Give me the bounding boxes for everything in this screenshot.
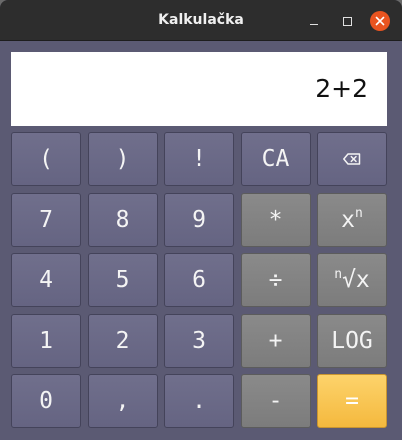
close-button[interactable] [370,11,390,31]
comma-button[interactable]: , [87,374,158,428]
display-expression: 2+2 [315,74,368,103]
digit-6-button[interactable]: 6 [164,253,234,307]
calculator-display: 2+2 [11,52,387,126]
log-button[interactable]: LOG [317,313,387,368]
power-button[interactable]: x n [317,192,387,247]
nth-root-button[interactable]: n √x [317,253,387,307]
power-exponent-label: n [355,206,363,221]
digit-2-button[interactable]: 2 [87,313,158,368]
digit-1-button[interactable]: 1 [11,313,81,368]
multiply-button[interactable]: * [240,192,311,247]
maximize-icon [342,16,352,26]
factorial-button[interactable]: ! [164,132,234,186]
digit-8-button[interactable]: 8 [87,192,158,247]
digit-4-button[interactable]: 4 [11,253,81,307]
digit-7-button[interactable]: 7 [11,192,81,247]
digit-9-button[interactable]: 9 [164,192,234,247]
close-icon [375,16,385,26]
minus-button[interactable]: - [240,374,311,428]
maximize-button[interactable] [337,11,357,31]
divide-button[interactable]: ÷ [240,253,311,307]
digit-0-button[interactable]: 0 [11,374,81,428]
clear-all-button[interactable]: CA [240,132,311,186]
decimal-point-button[interactable]: . [164,374,234,428]
root-index-label: n [334,266,343,282]
close-paren-button[interactable]: ) [87,132,158,186]
backspace-icon [343,153,361,165]
plus-button[interactable]: + [240,313,311,368]
minimize-icon [310,23,318,25]
title-bar[interactable]: Kalkulačka [0,0,402,41]
open-paren-button[interactable]: ( [11,132,81,186]
minimize-button[interactable] [304,11,324,31]
root-label: √x [342,267,370,293]
digit-5-button[interactable]: 5 [87,253,158,307]
keypad: ( ) ! CA 7 8 9 * x n 4 5 6 ÷ n √x 1 2 3 [11,132,387,428]
equals-button[interactable]: = [317,374,387,428]
power-base-label: x [341,206,356,233]
backspace-button[interactable] [317,132,387,186]
calculator-window: Kalkulačka 2+2 ( ) ! CA 7 8 9 * x n 4 5 … [0,0,402,440]
digit-3-button[interactable]: 3 [164,313,234,368]
